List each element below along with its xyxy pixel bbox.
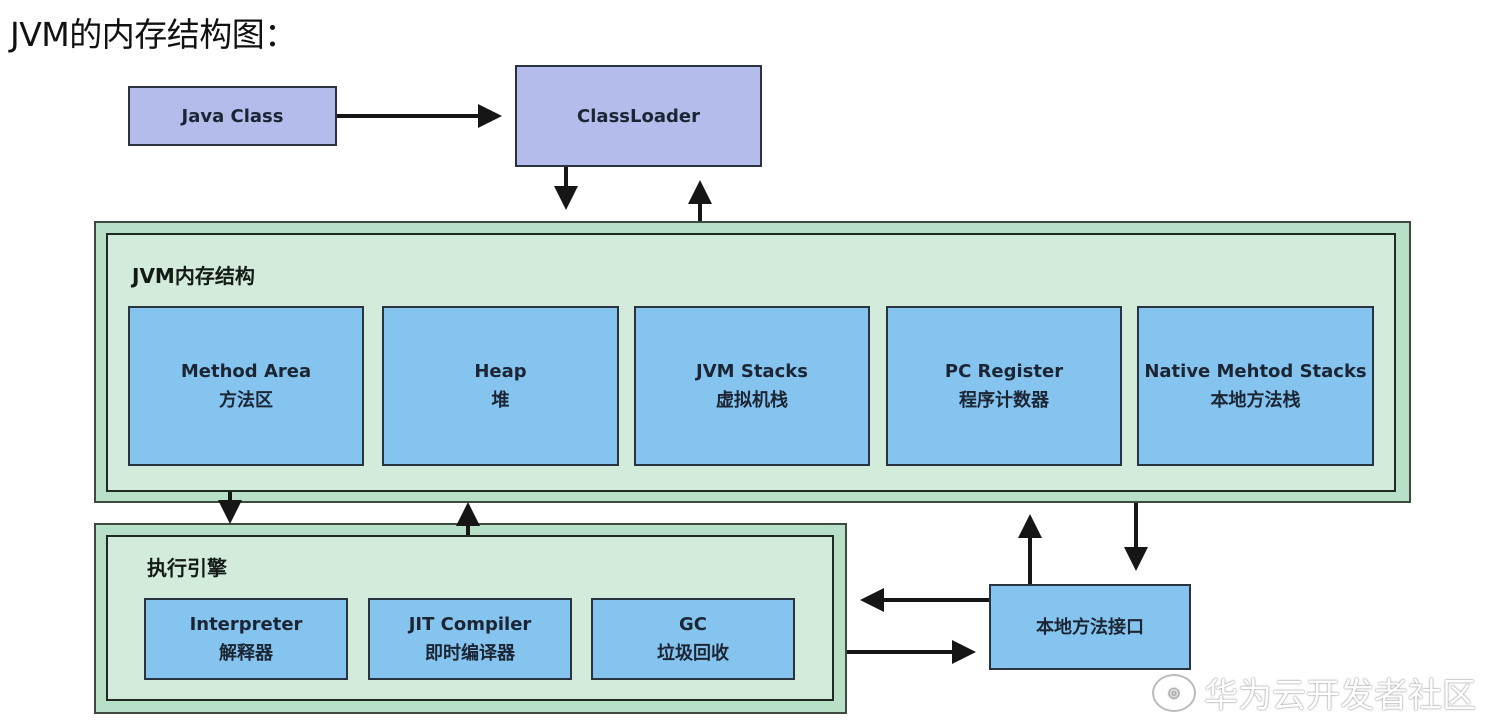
watermark-text: 华为云开发者社区 [1204, 676, 1476, 716]
connector-layer [218, 104, 1148, 664]
weibo-icon: ◎ [1152, 673, 1196, 712]
watermark: ◎ 华为云开发者社区 [1152, 668, 1476, 717]
